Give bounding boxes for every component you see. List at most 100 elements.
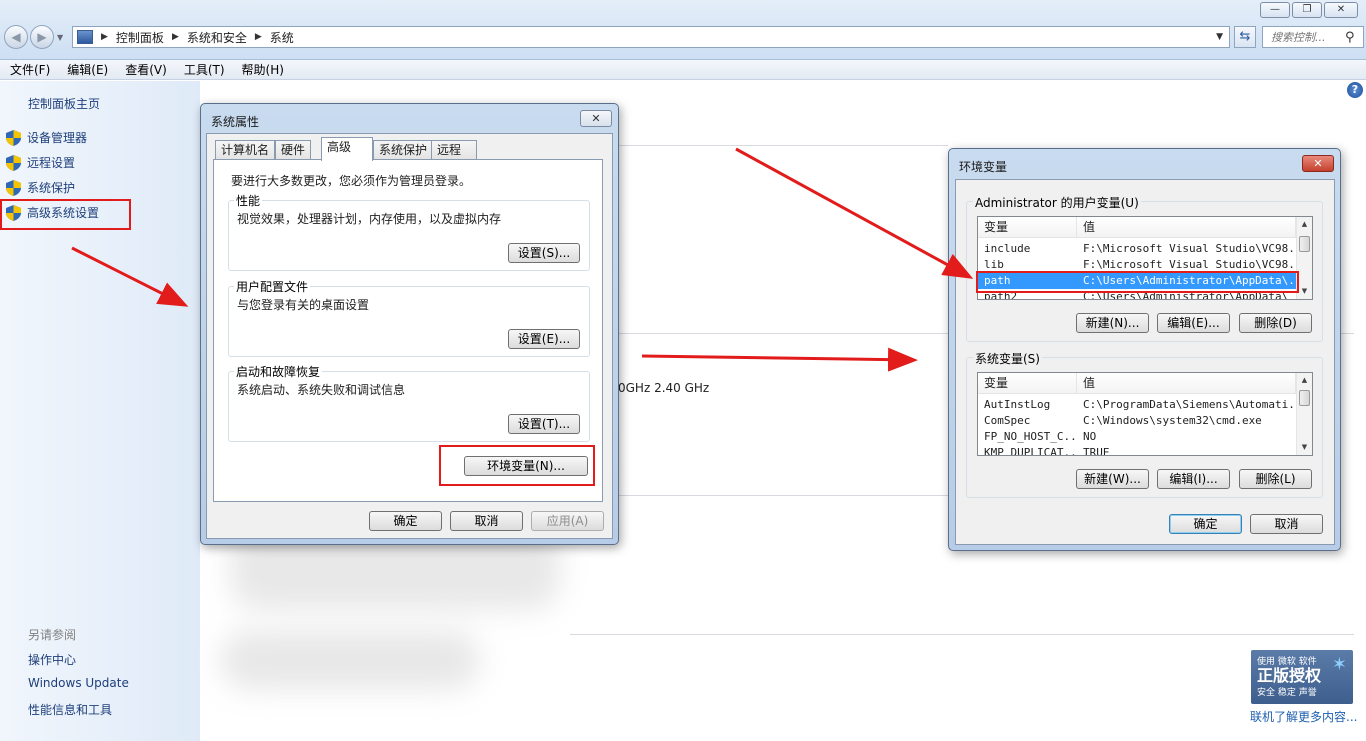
sidebar-action-center-link[interactable]: 操作中心 xyxy=(28,651,76,668)
minimize-button[interactable]: — xyxy=(1260,2,1290,18)
user-profiles-description: 与您登录有关的桌面设置 xyxy=(237,298,370,312)
variable-value: NO xyxy=(1083,430,1097,443)
sidebar-home-link[interactable]: 控制面板主页 xyxy=(28,95,100,112)
sysprops-apply-button[interactable]: 应用(A) xyxy=(531,511,604,531)
menu-edit[interactable]: 编辑(E) xyxy=(57,61,115,78)
envvars-ok-button[interactable]: 确定 xyxy=(1169,514,1242,534)
sidebar-item-remote-settings[interactable]: 远程设置 xyxy=(6,154,75,171)
menu-file[interactable]: 文件(F) xyxy=(0,61,57,78)
back-button[interactable]: ◀ xyxy=(4,25,28,49)
list-header: 变量 值 xyxy=(978,217,1296,238)
user-variables-label: Administrator 的用户变量(U) xyxy=(973,194,1141,211)
column-header-variable[interactable]: 变量 xyxy=(978,217,1077,237)
system-var-delete-button[interactable]: 删除(L) xyxy=(1239,469,1312,489)
menu-view[interactable]: 查看(V) xyxy=(115,61,174,78)
section-divider xyxy=(618,145,948,146)
address-dropdown-icon[interactable]: ▼ xyxy=(1216,32,1223,42)
table-row[interactable]: FP_NO_HOST_C... NO xyxy=(978,429,1296,445)
column-header-value[interactable]: 值 xyxy=(1077,217,1296,237)
annotation-box-env-button xyxy=(439,445,595,486)
variable-value: C:\ProgramData\Siemens\Automati... xyxy=(1083,398,1296,411)
variable-name: AutInstLog xyxy=(984,398,1051,411)
sidebar-windows-update-link[interactable]: Windows Update xyxy=(28,676,129,690)
breadcrumb-control-panel[interactable]: 控制面板 xyxy=(116,29,164,46)
section-divider xyxy=(570,634,1354,635)
user-var-new-button[interactable]: 新建(N)... xyxy=(1076,313,1149,333)
refresh-button[interactable]: ⇆ xyxy=(1234,26,1256,48)
system-variables-list[interactable]: 变量 值 AutInstLog C:\ProgramData\Siemens\A… xyxy=(977,372,1313,456)
startup-recovery-label: 启动和故障恢复 xyxy=(234,363,323,380)
variable-value: TRUE xyxy=(1083,446,1110,456)
variable-value: C:\Windows\system32\cmd.exe xyxy=(1083,414,1262,427)
window-controls: — ❐ ✕ xyxy=(1260,2,1358,18)
admin-note: 要进行大多数更改，您必须作为管理员登录。 xyxy=(231,174,472,188)
list-scrollbar[interactable]: ▲ ▼ xyxy=(1296,373,1312,455)
list-header: 变量 值 xyxy=(978,373,1296,394)
menu-tools[interactable]: 工具(T) xyxy=(174,61,232,78)
breadcrumb-arrow-icon[interactable]: ▶ xyxy=(172,32,179,42)
sidebar: 控制面板主页 设备管理器 远程设置 系统保护 高级系统设置 另请参阅 操作中心 … xyxy=(0,81,200,741)
tab-system-protection[interactable]: 系统保护 xyxy=(373,140,434,160)
forward-button[interactable]: ▶ xyxy=(30,25,54,49)
table-row[interactable]: include F:\Microsoft Visual Studio\VC98.… xyxy=(978,241,1296,257)
scroll-down-icon[interactable]: ▼ xyxy=(1297,284,1312,299)
performance-description: 视觉效果，处理器计划，内存使用，以及虚拟内存 xyxy=(237,212,502,226)
close-icon[interactable]: ✕ xyxy=(1302,155,1334,172)
sidebar-item-label: 系统保护 xyxy=(27,181,76,195)
help-icon[interactable]: ? xyxy=(1347,82,1363,98)
dialog-title: 系统属性 xyxy=(211,115,260,129)
table-row[interactable]: AutInstLog C:\ProgramData\Siemens\Automa… xyxy=(978,397,1296,413)
user-profiles-label: 用户配置文件 xyxy=(234,278,311,295)
column-header-value[interactable]: 值 xyxy=(1077,373,1296,393)
table-row[interactable]: ComSpec C:\Windows\system32\cmd.exe xyxy=(978,413,1296,429)
processor-speed-text: 0GHz 2.40 GHz xyxy=(618,381,710,395)
startup-recovery-settings-button[interactable]: 设置(T)... xyxy=(508,414,580,434)
user-var-delete-button[interactable]: 删除(D) xyxy=(1239,313,1312,333)
scroll-up-icon[interactable]: ▲ xyxy=(1297,373,1312,388)
scrollbar-thumb[interactable] xyxy=(1299,236,1310,252)
sidebar-performance-link[interactable]: 性能信息和工具 xyxy=(28,701,112,718)
table-row[interactable]: KMP_DUPLICAT... TRUE xyxy=(978,445,1296,456)
breadcrumb-arrow-icon[interactable]: ▶ xyxy=(101,32,108,42)
search-input[interactable] xyxy=(1271,30,1343,44)
scrollbar-thumb[interactable] xyxy=(1299,390,1310,406)
tab-computer-name[interactable]: 计算机名 xyxy=(215,140,276,160)
genuine-learn-more-link[interactable]: 联机了解更多内容... xyxy=(1250,708,1357,725)
dialog-title: 环境变量 xyxy=(959,160,1008,174)
sysprops-ok-button[interactable]: 确定 xyxy=(369,511,442,531)
performance-settings-button[interactable]: 设置(S)... xyxy=(508,243,580,263)
close-window-button[interactable]: ✕ xyxy=(1324,2,1358,18)
blurred-region xyxy=(220,630,480,690)
tab-remote[interactable]: 远程 xyxy=(431,140,477,160)
variable-value: F:\Microsoft Visual Studio\VC98... xyxy=(1083,242,1296,255)
sidebar-item-device-manager[interactable]: 设备管理器 xyxy=(6,129,87,146)
maximize-button[interactable]: ❐ xyxy=(1292,2,1322,18)
search-box[interactable]: ⚲ xyxy=(1262,26,1364,48)
annotation-box-advanced-settings xyxy=(0,199,131,230)
genuine-software-badge[interactable]: 使用 微软 软件 正版授权 安全 稳定 声誉 ✶ xyxy=(1251,650,1353,704)
breadcrumb-system-security[interactable]: 系统和安全 xyxy=(187,29,247,46)
column-header-variable[interactable]: 变量 xyxy=(978,373,1077,393)
recent-pages-dropdown-icon[interactable]: ▼ xyxy=(57,33,63,42)
address-bar[interactable]: ▶ 控制面板 ▶ 系统和安全 ▶ 系统 ▼ xyxy=(72,26,1230,48)
sidebar-item-label: 设备管理器 xyxy=(27,131,88,145)
envvars-cancel-button[interactable]: 取消 xyxy=(1250,514,1323,534)
uac-shield-icon xyxy=(6,179,21,196)
user-var-edit-button[interactable]: 编辑(E)... xyxy=(1157,313,1230,333)
breadcrumb-system[interactable]: 系统 xyxy=(270,29,294,46)
variable-name: KMP_DUPLICAT... xyxy=(984,446,1077,456)
system-var-new-button[interactable]: 新建(W)... xyxy=(1076,469,1149,489)
user-profiles-settings-button[interactable]: 设置(E)... xyxy=(508,329,580,349)
system-var-edit-button[interactable]: 编辑(I)... xyxy=(1157,469,1230,489)
tab-hardware[interactable]: 硬件 xyxy=(275,140,312,160)
search-icon[interactable]: ⚲ xyxy=(1345,30,1355,45)
variable-name: include xyxy=(984,242,1031,255)
scroll-down-icon[interactable]: ▼ xyxy=(1297,440,1312,455)
menu-help[interactable]: 帮助(H) xyxy=(232,61,291,78)
scroll-up-icon[interactable]: ▲ xyxy=(1297,217,1312,232)
sysprops-cancel-button[interactable]: 取消 xyxy=(450,511,523,531)
sidebar-item-system-protection[interactable]: 系统保护 xyxy=(6,179,75,196)
tab-advanced[interactable]: 高级 xyxy=(321,137,373,161)
close-icon[interactable]: ✕ xyxy=(580,110,612,127)
breadcrumb-arrow-icon[interactable]: ▶ xyxy=(255,32,262,42)
